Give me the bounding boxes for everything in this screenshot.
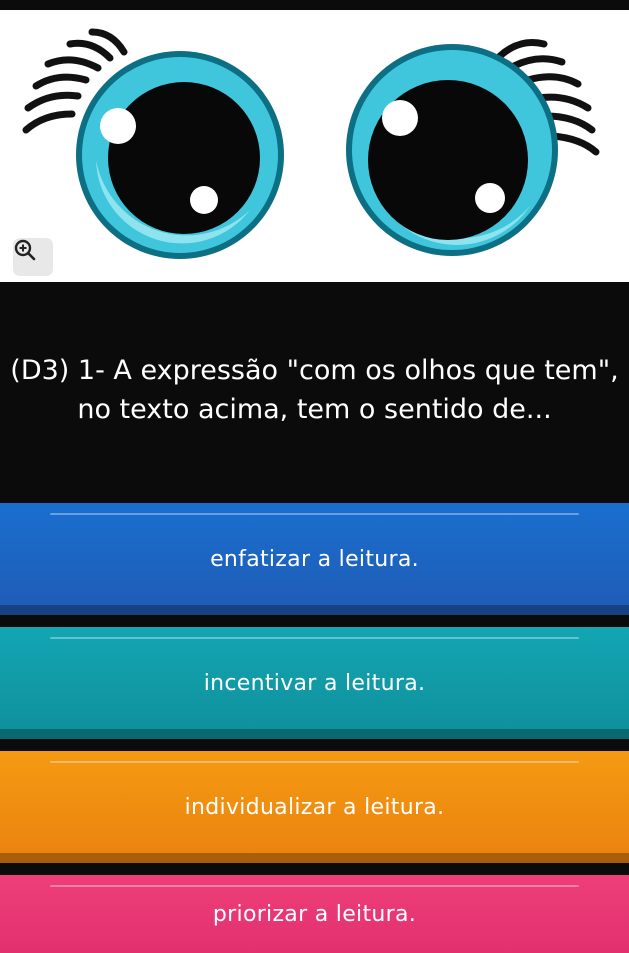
- zoom-image-button[interactable]: [13, 238, 53, 276]
- answer-option-label: incentivar a leitura.: [203, 670, 426, 696]
- answer-option-3[interactable]: individualizar a leitura.: [0, 751, 629, 863]
- answer-option-4[interactable]: priorizar a leitura.: [0, 875, 629, 953]
- question-text: (D3) 1- A expressão "com os olhos que te…: [10, 355, 619, 425]
- answer-option-label: enfatizar a leitura.: [210, 546, 419, 572]
- zoom-in-icon: [14, 239, 36, 261]
- eyes-illustration: [22, 28, 600, 259]
- answer-option-1[interactable]: enfatizar a leitura.: [0, 503, 629, 615]
- answer-option-2[interactable]: incentivar a leitura.: [0, 627, 629, 739]
- answer-option-label: priorizar a leitura.: [212, 901, 417, 927]
- right-eye: [346, 44, 558, 256]
- left-eye: [76, 51, 284, 259]
- question-panel: (D3) 1- A expressão "com os olhos que te…: [0, 282, 629, 498]
- answer-option-label: individualizar a leitura.: [184, 794, 445, 820]
- question-image: [0, 10, 629, 282]
